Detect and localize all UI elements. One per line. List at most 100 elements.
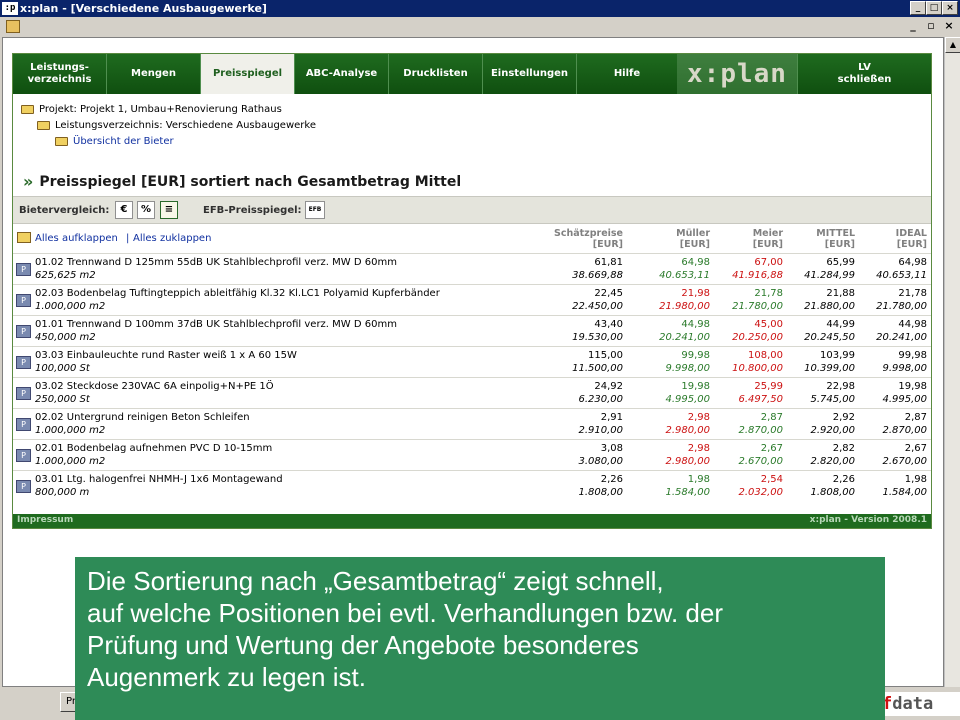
unit-price-cell: 99,98 [898,350,927,361]
unit-price-cell: 2,98 [687,443,710,454]
collapse-all-link[interactable]: Alles zuklappen [133,233,211,244]
folder-open-icon [17,232,31,243]
nav-lv-schliessen[interactable]: LV schließen [797,54,931,94]
total-price-cell: 3.080,00 [578,456,623,467]
table-row[interactable]: P 03.02 Steckdose 230VAC 6A einpolig+N+PE… [13,377,931,408]
expand-all-link[interactable]: Alles aufklappen [35,233,118,244]
mdi-minimize-icon[interactable]: _ [906,19,920,33]
efb-preisspiegel-label: EFB-Preisspiegel: [203,205,302,216]
unit-price-cell: 24,92 [594,381,623,392]
table-row[interactable]: P 03.01 Ltg. halogenfrei NHMH-J 1x6 Monta… [13,470,931,501]
col-header-name: MITTEL [816,228,855,239]
close-icon[interactable]: × [942,1,958,15]
impressum-link[interactable]: Impressum [17,515,73,525]
breadcrumb-project[interactable]: Projekt: Projekt 1, Umbau+Renovierung Ra… [21,104,282,115]
table-row[interactable]: P 03.03 Einbauleuchte rund Raster weiß 1 … [13,346,931,377]
scroll-up-icon[interactable]: ▲ [945,37,960,53]
main-navigation: Leistungs- verzeichnis Mengen Preisspieg… [13,54,931,94]
col-header-name: Schätzpreise [553,228,623,239]
heading-arrow-icon: » [23,172,34,191]
page-heading: » Preisspiegel [EUR] sortiert nach Gesam… [23,172,461,191]
nav-drucklisten[interactable]: Drucklisten [389,54,483,94]
unit-price-cell: 44,98 [898,319,927,330]
position-quantity: 450,000 m2 [35,332,96,343]
percent-button[interactable]: % [137,201,155,219]
position-icon[interactable]: P [16,418,31,431]
minimize-icon[interactable]: _ [910,1,926,15]
breadcrumb-lv[interactable]: Leistungsverzeichnis: Verschiedene Ausba… [37,120,316,131]
vertical-scrollbar[interactable]: ▲ [944,37,960,687]
mdi-bar: _ ▫ × [0,17,960,37]
nav-einstellungen[interactable]: Einstellungen [483,54,577,94]
total-price-cell: 6.497,50 [738,394,783,405]
annotation-note: Die Sortierung nach „Gesamtbetrag“ zeigt… [75,557,885,720]
breadcrumb-bidders[interactable]: Übersicht der Bieter [55,136,174,147]
total-price-cell: 2.910,00 [578,425,623,436]
position-description: 01.01 Trennwand D 100mm 37dB UK Stahlble… [35,319,397,330]
total-price-cell: 11.500,00 [572,363,623,374]
col-header-mueller: Müller [EUR] [630,228,710,250]
nav-preisspiegel[interactable]: Preisspiegel [201,54,295,94]
position-icon[interactable]: P [16,294,31,307]
total-price-cell: 2.820,00 [810,456,855,467]
position-icon[interactable]: P [16,325,31,338]
breadcrumb-bidders-link[interactable]: Übersicht der Bieter [73,136,174,147]
table-row[interactable]: P 02.01 Bodenbelag aufnehmen PVC D 10-15m… [13,439,931,470]
table-row[interactable]: P 01.01 Trennwand D 100mm 37dB UK Stahlbl… [13,315,931,346]
total-price-cell: 20.241,00 [659,332,710,343]
unit-price-cell: 61,81 [594,257,623,268]
unit-price-cell: 2,26 [832,474,855,485]
breadcrumb-lv-label: Leistungsverzeichnis: Verschiedene Ausba… [55,120,316,131]
position-icon[interactable]: P [16,356,31,369]
unit-price-cell: 19,98 [898,381,927,392]
position-quantity: 800,000 m [35,487,90,498]
note-line: Die Sortierung nach „Gesamtbetrag“ zeigt… [87,566,664,596]
total-price-cell: 40.653,11 [659,270,710,281]
expand-row: Alles aufklappen | Alles zuklappen Schät… [13,225,931,253]
table-row[interactable]: P 02.03 Bodenbelag Tuftingteppich ableitf… [13,284,931,315]
unit-price-cell: 2,26 [600,474,623,485]
nav-leistungsverzeichnis[interactable]: Leistungs- verzeichnis [13,54,107,94]
maximize-icon[interactable]: □ [926,1,942,15]
unit-price-cell: 44,99 [826,319,855,330]
table-row[interactable]: P 01.02 Trennwand D 125mm 55dB UK Stahlbl… [13,253,931,284]
position-icon[interactable]: P [16,387,31,400]
unit-price-cell: 22,98 [826,381,855,392]
total-price-cell: 38.669,88 [572,270,623,281]
nav-mengen[interactable]: Mengen [107,54,201,94]
unit-price-cell: 21,88 [826,288,855,299]
col-header-mittel: MITTEL [EUR] [775,228,855,250]
total-price-cell: 21.880,00 [804,301,855,312]
nav-abc-analyse[interactable]: ABC-Analyse [295,54,389,94]
document-icon[interactable] [6,20,20,33]
total-price-cell: 20.245,50 [804,332,855,343]
col-header-unit: [EUR] [679,239,710,250]
col-header-meier: Meier [EUR] [703,228,783,250]
unit-price-cell: 2,67 [760,443,783,454]
efb-button[interactable]: EFB [305,201,325,219]
total-price-cell: 10.399,00 [804,363,855,374]
total-price-cell: 2.920,00 [810,425,855,436]
note-line: auf welche Positionen bei evtl. Verhandl… [87,598,723,628]
position-icon[interactable]: P [16,263,31,276]
position-quantity: 250,000 St [35,394,90,405]
list-view-button[interactable]: ≡ [160,201,178,219]
position-icon[interactable]: P [16,449,31,462]
unit-price-cell: 64,98 [898,257,927,268]
nav-hilfe[interactable]: Hilfe [577,54,677,94]
page-title: Preisspiegel [EUR] sortiert nach Gesamtb… [39,173,462,190]
mdi-restore-icon[interactable]: ▫ [924,19,938,33]
col-header-schaetzpreise: Schätzpreise [EUR] [543,228,623,250]
unit-price-cell: 1,98 [904,474,927,485]
bietervergleich-label: Bietervergleich: [19,205,110,216]
position-description: 03.01 Ltg. halogenfrei NHMH-J 1x6 Montag… [35,474,283,485]
position-icon[interactable]: P [16,480,31,493]
xplan-logo: x:plan [677,54,797,94]
col-header-name: Müller [676,228,710,239]
mdi-close-icon[interactable]: × [942,19,956,33]
table-row[interactable]: P 02.02 Untergrund reinigen Beton Schleif… [13,408,931,439]
euro-button[interactable]: € [115,201,133,219]
total-price-cell: 21.980,00 [659,301,710,312]
position-description: 02.03 Bodenbelag Tuftingteppich ableitfä… [35,288,440,299]
unit-price-cell: 64,98 [681,257,710,268]
